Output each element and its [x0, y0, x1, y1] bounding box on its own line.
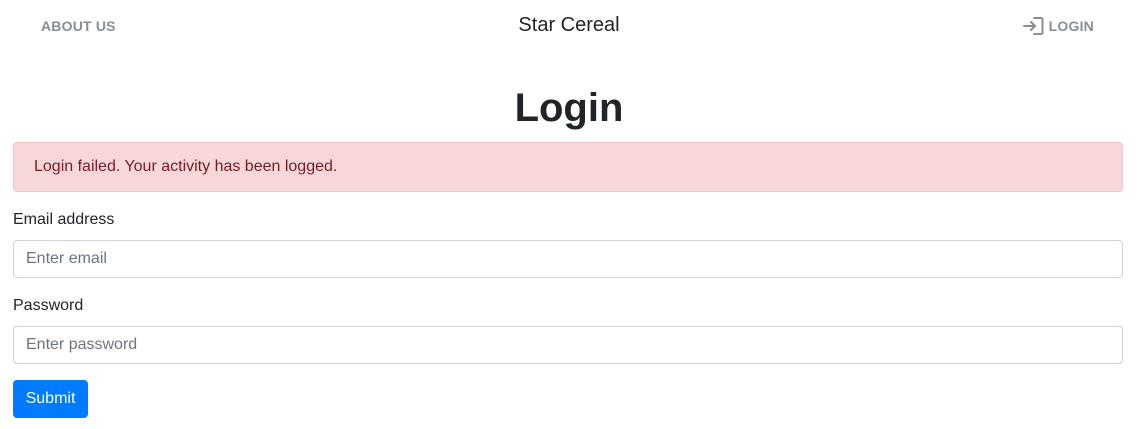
login-link-label: LOGIN	[1048, 18, 1094, 34]
login-arrow-icon	[1022, 16, 1044, 36]
submit-button[interactable]: Submit	[13, 380, 88, 418]
brand-title[interactable]: Star Cereal	[518, 14, 619, 36]
email-field[interactable]	[13, 240, 1123, 278]
alert-message: Login failed. Your activity has been log…	[34, 158, 338, 175]
login-link[interactable]: LOGIN	[1022, 15, 1094, 37]
email-label: Email address	[13, 211, 115, 228]
login-failed-alert: Login failed. Your activity has been log…	[13, 142, 1123, 192]
password-field[interactable]	[13, 326, 1123, 364]
password-label: Password	[13, 297, 84, 314]
about-us-link[interactable]: ABOUT US	[41, 18, 116, 34]
brand-container: Star Cereal	[0, 14, 1138, 37]
top-navbar: ABOUT US Star Cereal LOGIN	[0, 0, 1138, 52]
page-title: Login	[514, 86, 624, 130]
